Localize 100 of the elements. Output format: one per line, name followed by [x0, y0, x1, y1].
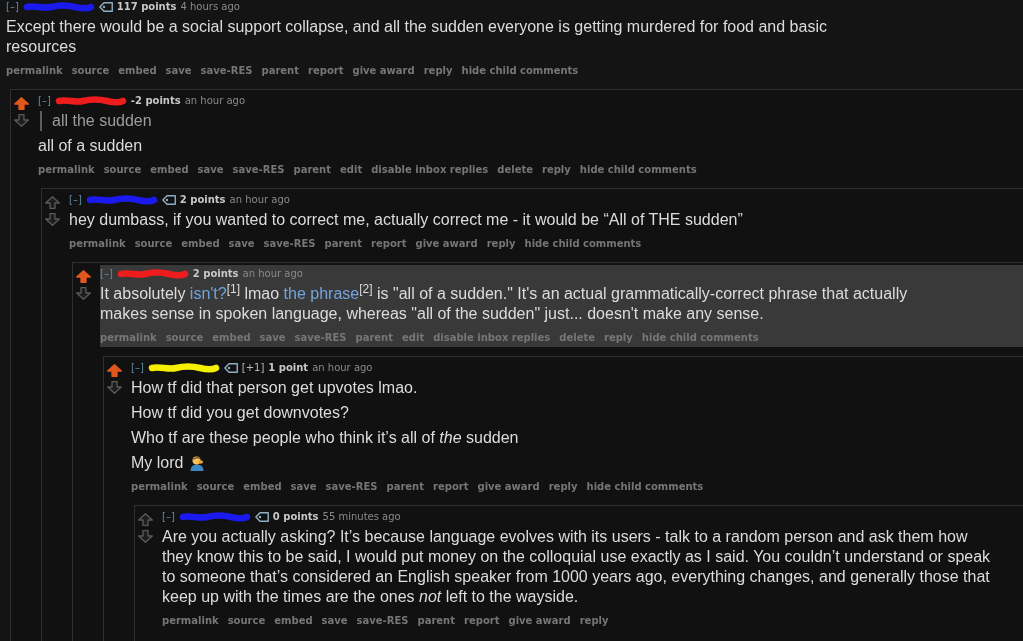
score: -2 points [130, 94, 181, 108]
action-link[interactable]: hide child comments [641, 331, 759, 345]
comment-text: My lord [131, 453, 184, 473]
vote-weight: [+1] [241, 361, 265, 375]
action-link[interactable]: save-RES [294, 331, 347, 345]
score: 1 point [268, 361, 309, 375]
action-link[interactable]: parent [261, 64, 299, 78]
action-link[interactable]: source [196, 480, 235, 494]
action-link[interactable]: save-RES [232, 163, 285, 177]
action-link[interactable]: permalink [6, 64, 63, 78]
action-link[interactable]: parent [386, 480, 424, 494]
timestamp: an hour ago [312, 361, 373, 375]
collapse-toggle[interactable]: [–] [6, 0, 19, 14]
down-arrow-icon[interactable] [76, 287, 91, 300]
tag-icon[interactable] [254, 512, 269, 522]
action-link[interactable]: hide child comments [586, 480, 704, 494]
action-link[interactable]: source [165, 331, 204, 345]
action-link[interactable]: save [165, 64, 192, 78]
action-link[interactable]: permalink [69, 237, 126, 251]
action-link[interactable]: save [197, 163, 224, 177]
action-link[interactable]: disable inbox replies [433, 331, 551, 345]
action-link[interactable]: give award [508, 614, 571, 628]
action-link[interactable]: hide child comments [461, 64, 579, 78]
action-link[interactable]: source [71, 64, 110, 78]
action-link[interactable]: delete [559, 331, 595, 345]
action-link[interactable]: report [433, 480, 469, 494]
action-link[interactable]: permalink [131, 480, 188, 494]
score: 2 points [179, 193, 226, 207]
quoted-text: all the sudden [40, 111, 152, 131]
tag-icon[interactable] [161, 195, 176, 205]
action-link[interactable]: report [464, 614, 500, 628]
tag-icon[interactable] [223, 363, 238, 373]
action-link[interactable]: edit [402, 331, 425, 345]
collapse-toggle[interactable]: [–] [100, 267, 113, 281]
action-link[interactable]: reply [423, 64, 453, 78]
action-link[interactable]: reply [486, 237, 516, 251]
action-link[interactable]: parent [417, 614, 455, 628]
text-link[interactable]: the phrase [283, 285, 360, 302]
timestamp: an hour ago [242, 267, 303, 281]
comment-text: all of a sudden [38, 136, 144, 156]
up-arrow-icon[interactable] [138, 513, 153, 526]
comment-text: How tf did that person get upvotes lmao. [131, 378, 419, 398]
timestamp: an hour ago [229, 193, 290, 207]
action-link[interactable]: permalink [162, 614, 219, 628]
tag-icon[interactable] [98, 2, 113, 12]
score: 2 points [192, 267, 239, 281]
action-link[interactable]: embed [181, 237, 220, 251]
action-link[interactable]: delete [497, 163, 533, 177]
action-link[interactable]: give award [415, 237, 478, 251]
collapse-toggle[interactable]: [–] [162, 510, 175, 524]
down-arrow-icon[interactable] [107, 381, 122, 394]
up-arrow-icon[interactable] [14, 97, 29, 110]
action-link[interactable]: report [371, 237, 407, 251]
action-link[interactable]: embed [150, 163, 189, 177]
action-link[interactable]: embed [118, 64, 157, 78]
action-link[interactable]: edit [340, 163, 363, 177]
action-link[interactable]: source [103, 163, 142, 177]
action-link[interactable]: save [321, 614, 348, 628]
up-arrow-icon[interactable] [45, 196, 60, 209]
action-link[interactable]: give award [352, 64, 415, 78]
action-link[interactable]: reply [604, 331, 633, 345]
action-link[interactable]: parent [324, 237, 362, 251]
text-link[interactable]: isn't? [189, 285, 227, 302]
action-link[interactable]: save [259, 331, 286, 345]
action-link[interactable]: embed [212, 331, 251, 345]
action-link[interactable]: save-RES [200, 64, 253, 78]
collapse-toggle[interactable]: [–] [131, 361, 144, 375]
timestamp: 55 minutes ago [322, 510, 401, 524]
action-link[interactable]: embed [243, 480, 282, 494]
comment-text: Except there would be a social support collapse, and all the sudden everyone is getting murdered for food and basic resources [6, 17, 828, 57]
comment-text: How tf did you get downvotes? [131, 403, 350, 423]
action-link[interactable]: source [134, 237, 173, 251]
action-link[interactable]: save [228, 237, 255, 251]
action-link[interactable]: reply [579, 614, 609, 628]
action-link[interactable]: save [290, 480, 317, 494]
collapse-toggle[interactable]: [–] [69, 193, 82, 207]
action-link[interactable]: give award [477, 480, 540, 494]
action-link[interactable]: save-RES [356, 614, 409, 628]
collapse-toggle[interactable]: [–] [38, 94, 51, 108]
action-link[interactable]: hide child comments [579, 163, 697, 177]
score: 117 points [116, 0, 177, 14]
action-link[interactable]: embed [274, 614, 313, 628]
action-link[interactable]: parent [355, 331, 393, 345]
action-link[interactable]: reply [542, 163, 571, 177]
action-link[interactable]: save-RES [325, 480, 378, 494]
down-arrow-icon[interactable] [45, 213, 60, 226]
action-link[interactable]: permalink [100, 331, 157, 345]
action-link[interactable]: report [308, 64, 344, 78]
action-link[interactable]: source [227, 614, 266, 628]
action-link[interactable]: permalink [38, 163, 95, 177]
score: 0 points [272, 510, 319, 524]
down-arrow-icon[interactable] [138, 530, 153, 543]
down-arrow-icon[interactable] [14, 114, 29, 127]
action-link[interactable]: disable inbox replies [371, 163, 489, 177]
action-link[interactable]: save-RES [263, 237, 316, 251]
action-link[interactable]: hide child comments [524, 237, 642, 251]
action-link[interactable]: reply [548, 480, 578, 494]
up-arrow-icon[interactable] [107, 364, 122, 377]
up-arrow-icon[interactable] [76, 270, 91, 283]
action-link[interactable]: parent [293, 163, 331, 177]
